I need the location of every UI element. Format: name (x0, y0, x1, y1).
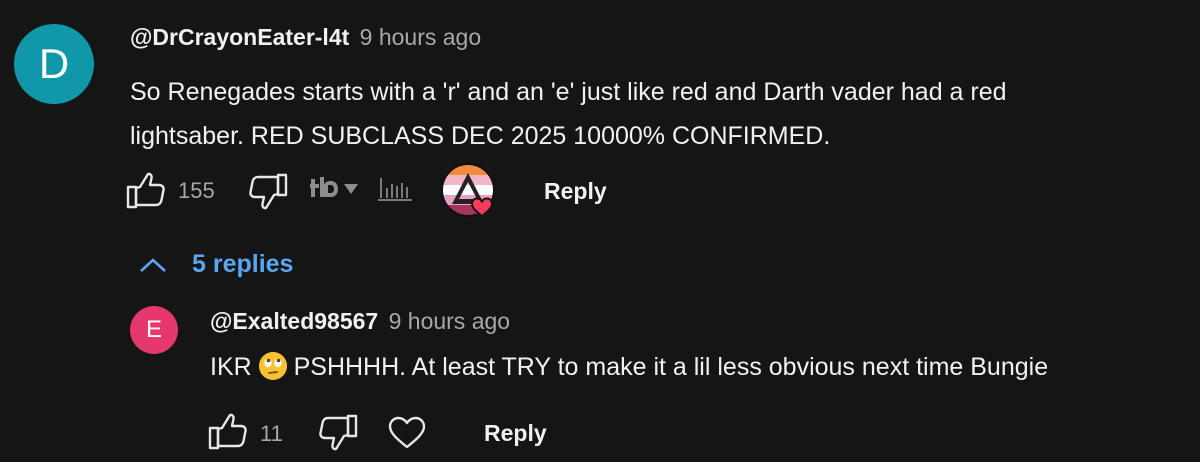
reply-header: @Exalted98567 9 hours ago (210, 308, 510, 335)
bar-stats-icon[interactable] (378, 174, 414, 204)
reply-button[interactable]: Reply (484, 420, 547, 447)
eye-roll-emoji-icon: 🙄 (258, 352, 287, 380)
thumbs-down-icon[interactable] (248, 172, 288, 210)
comment-text-line: So Renegades starts with a 'r' and an 'e… (130, 78, 1007, 106)
reply-author[interactable]: @Exalted98567 (210, 308, 378, 334)
reply-text: IKR 🙄 PSHHHH. At least TRY to make it a … (210, 352, 1048, 382)
reply-text-before: IKR (210, 353, 252, 381)
comment-text: So Renegades starts with a 'r' and an 'e… (130, 70, 1007, 158)
like-count: 155 (178, 178, 215, 203)
avatar-letter: E (145, 316, 162, 343)
avatar[interactable]: D (14, 24, 94, 104)
avatar[interactable]: E (130, 306, 178, 354)
comment-author[interactable]: @DrCrayonEater-l4t (130, 24, 349, 50)
comment-timestamp[interactable]: 9 hours ago (360, 24, 481, 50)
replies-toggle[interactable]: 5 replies (138, 250, 293, 279)
dropdown-arrow-icon[interactable] (344, 183, 358, 195)
comment-header: @DrCrayonEater-l4t 9 hours ago (130, 24, 481, 51)
reply-timestamp[interactable]: 9 hours ago (389, 308, 510, 334)
thumbs-down-icon[interactable] (318, 413, 358, 451)
like-count: 11 (260, 421, 283, 446)
thumbs-up-icon[interactable] (208, 413, 248, 451)
chevron-up-icon (138, 255, 168, 275)
thumbs-up-icon[interactable] (126, 172, 166, 210)
avatar-letter: D (38, 40, 70, 87)
reply-text-after: PSHHHH. At least TRY to make it a lil le… (293, 353, 1049, 381)
tb-extension-icon[interactable] (310, 176, 340, 202)
comment-text-line: lightsaber. RED SUBCLASS DEC 2025 10000%… (130, 122, 831, 150)
heart-icon[interactable] (388, 416, 426, 450)
replies-count-label: 5 replies (192, 250, 294, 278)
creator-heart-avatar-icon[interactable] (440, 162, 502, 220)
reply-button[interactable]: Reply (544, 178, 607, 205)
